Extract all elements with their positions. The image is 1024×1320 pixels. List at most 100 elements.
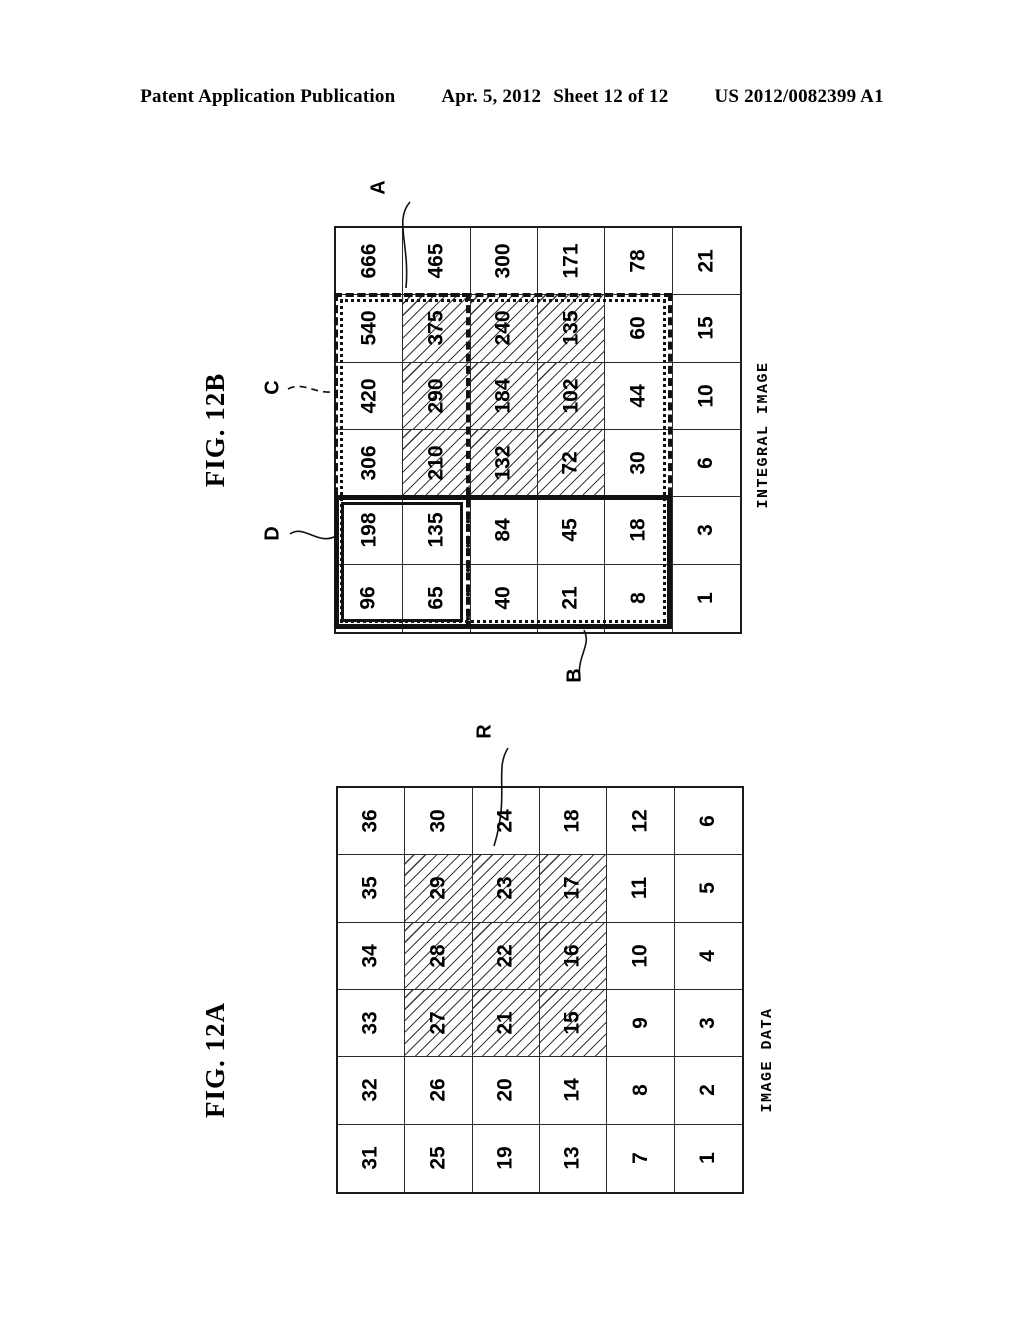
grid-cell: 10 [672,363,740,430]
grid-cell-value: 18 [626,518,650,543]
grid-cell: 2 [674,1057,742,1125]
grid-cell: 22 [472,922,540,990]
grid-cell-value: 5 [696,882,720,895]
grid-cell: 28 [405,922,473,990]
figure-12a-title: FIG. 12A [180,960,250,1160]
grid-cell-value: 23 [493,876,517,901]
grid-cell: 198 [336,497,404,565]
grid-cell-value: 3 [694,524,718,537]
grid-cell: 35 [338,855,406,923]
callout-C-label: C [261,380,284,395]
grid-cell-value: 27 [426,1011,450,1035]
grid-cell: 78 [605,228,673,296]
grid-cell-value: 17 [561,876,585,901]
grid-cell-value: 44 [626,384,650,408]
grid-cell-value: 19 [493,1146,517,1170]
grid-cell: 96 [336,564,404,632]
grid-cell-value: 24 [493,809,517,833]
grid-cell: 4 [674,923,742,990]
grid-cell: 13 [540,1124,608,1192]
grid-cell-value: 240 [491,310,515,347]
figure-12b: FIG. 12B INTEGRAL IMAGE 1 3 6 10 15 21 8 18 30 44… [0,0,1024,720]
grid-cell: 36 [338,788,406,856]
grid-cell-value: 29 [426,876,450,901]
callout-B: B [564,664,594,690]
callout-R-label: R [473,724,496,739]
grid-cell: 1 [673,565,740,632]
grid-cell-value: 4 [696,949,720,962]
grid-cell: 60 [605,295,673,363]
image-data-grid: 1 2 3 4 5 6 7 8 9 10 11 12 13 14 15 16 17 18 19 20 21 22 23 24 2… [336,786,744,1194]
grid-cell-value: 13 [561,1146,585,1170]
callout-C: C [262,376,290,402]
grid-cell-value: 102 [559,378,583,414]
figure-12a-caption-text: IMAGE DATA [758,1007,776,1113]
grid-cell: 21 [672,228,740,296]
grid-cell-value: 1 [694,592,718,605]
grid-cell: 7 [607,1124,675,1192]
grid-cell: 19 [473,1124,540,1192]
grid-cell: 33 [338,990,406,1058]
grid-cell-value: 15 [694,316,718,341]
grid-cell: 32 [338,1057,406,1125]
grid-cell: 300 [470,228,538,296]
grid-cell-value: 34 [359,944,383,968]
grid-cell-value: 6 [696,815,720,827]
grid-cell-value: 22 [493,944,517,968]
callout-R: R [474,720,504,746]
grid-cell: 8 [607,1057,675,1125]
callout-A: A [368,176,398,202]
grid-cell: 23 [472,855,540,923]
grid-cell: 132 [470,430,538,498]
grid-cell-value: 18 [561,809,585,833]
grid-cell: 11 [607,855,675,923]
grid-cell-value: 210 [424,445,448,481]
grid-cell-value: 306 [357,445,381,481]
grid-cell: 26 [405,1057,473,1125]
callout-D: D [262,522,290,548]
callout-D-leader [289,530,337,540]
grid-cell: 10 [607,922,675,990]
patent-drawing-page: Patent Application Publication Apr. 5, 2… [0,0,1024,1320]
grid-cell: 31 [338,1124,406,1192]
grid-cell: 8 [605,564,673,632]
grid-cell-value: 1 [696,1152,720,1165]
grid-cell-value: 10 [694,384,718,408]
grid-cell: 210 [403,430,471,498]
figure-12b-caption: INTEGRAL IMAGE [748,345,778,525]
grid-cell-value: 31 [359,1146,383,1170]
grid-cell: 34 [338,922,406,990]
grid-cell-value: 30 [426,809,450,833]
grid-cell-value: 540 [357,310,381,347]
grid-cell-value: 84 [491,518,515,543]
callout-B-label: B [563,668,586,683]
grid-cell-value: 6 [694,457,718,469]
grid-cell-value: 198 [357,512,381,549]
grid-cell-value: 65 [424,586,448,610]
grid-cell-value: 33 [359,1011,383,1035]
figure-12b-title: FIG. 12B [180,330,250,530]
grid-cell-value: 21 [493,1011,517,1035]
figure-12a: FIG. 12A IMAGE DATA 1 2 3 4 5 6 7 8 9 10 11 12 13 14 1… [0,720,1024,1320]
grid-cell: 6 [674,788,742,856]
grid-cell: 375 [403,295,471,363]
grid-cell: 6 [672,430,740,498]
grid-cell: 3 [674,990,742,1058]
grid-cell-value: 96 [357,586,381,610]
grid-cell-value: 15 [561,1011,585,1035]
grid-cell: 12 [607,788,675,856]
grid-cell: 30 [605,430,673,498]
grid-cell: 240 [470,295,538,363]
figure-12a-title-text: FIG. 12A [199,1002,230,1118]
grid-cell: 171 [538,228,606,296]
callout-A-label: A [367,180,390,195]
grid-cell-value: 25 [426,1146,450,1170]
grid-cell-value: 45 [559,518,583,543]
grid-cell-value: 21 [559,586,583,610]
grid-cell: 3 [672,497,740,565]
grid-cell-value: 135 [559,310,583,347]
grid-cell-value: 184 [491,378,515,414]
grid-cell-value: 78 [626,249,650,273]
grid-cell: 135 [403,497,471,565]
grid-cell-value: 28 [426,944,450,968]
